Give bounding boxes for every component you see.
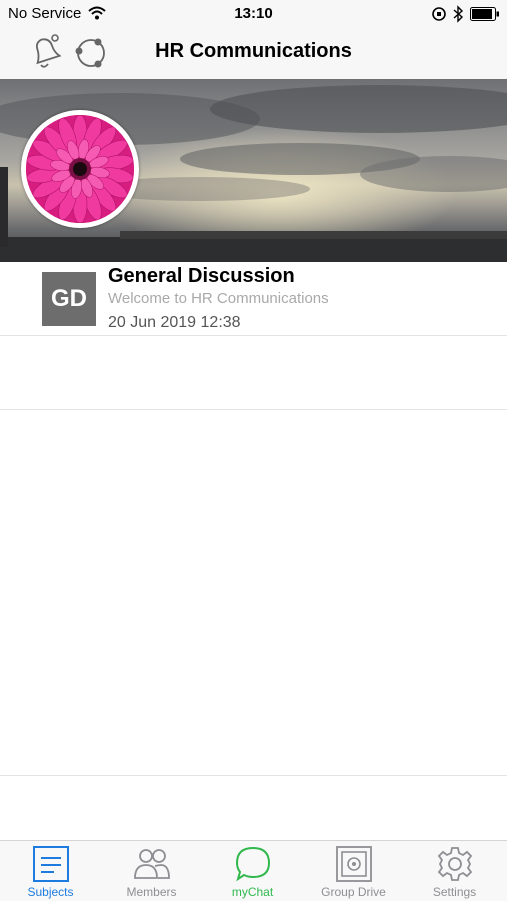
drive-icon <box>336 846 372 882</box>
tab-label: myChat <box>231 885 274 899</box>
subject-subtitle: Welcome to HR Communications <box>108 290 329 307</box>
tab-label: Members <box>126 885 177 899</box>
status-bar: No Service 13:10 <box>0 0 507 28</box>
empty-row <box>0 410 507 484</box>
empty-row <box>0 336 507 410</box>
tab-label: Group Drive <box>321 885 386 899</box>
orientation-lock-icon <box>431 6 447 27</box>
subject-date: 20 Jun 2019 12:38 <box>108 314 241 331</box>
chat-icon <box>235 846 271 882</box>
page-title: HR Communications <box>155 40 352 62</box>
gear-icon <box>437 847 473 881</box>
members-icon <box>134 849 170 879</box>
flower-image <box>26 115 134 223</box>
tab-label: Subjects <box>27 885 74 899</box>
tab-settings[interactable]: Settings <box>404 841 505 901</box>
empty-row <box>0 629 507 703</box>
subject-badge: GD <box>42 272 96 326</box>
tab-bar: Subjects Members myChat Group Drive Sett… <box>0 840 507 901</box>
tab-label: Settings <box>432 885 477 899</box>
bluetooth-icon <box>452 5 464 28</box>
battery-icon <box>470 7 500 26</box>
nav-bar: HR Communications <box>0 28 507 79</box>
empty-row <box>0 483 507 557</box>
tab-subjects[interactable]: Subjects <box>0 841 101 901</box>
group-avatar[interactable] <box>21 110 139 228</box>
empty-row <box>0 702 507 776</box>
subject-title: General Discussion <box>108 265 295 287</box>
tab-group-drive[interactable]: Group Drive <box>303 841 404 901</box>
subject-row[interactable]: GD General Discussion Welcome to HR Comm… <box>0 262 507 336</box>
empty-row <box>0 556 507 630</box>
tab-mychat[interactable]: myChat <box>202 841 303 901</box>
tab-members[interactable]: Members <box>101 841 202 901</box>
subjects-icon <box>33 846 69 882</box>
